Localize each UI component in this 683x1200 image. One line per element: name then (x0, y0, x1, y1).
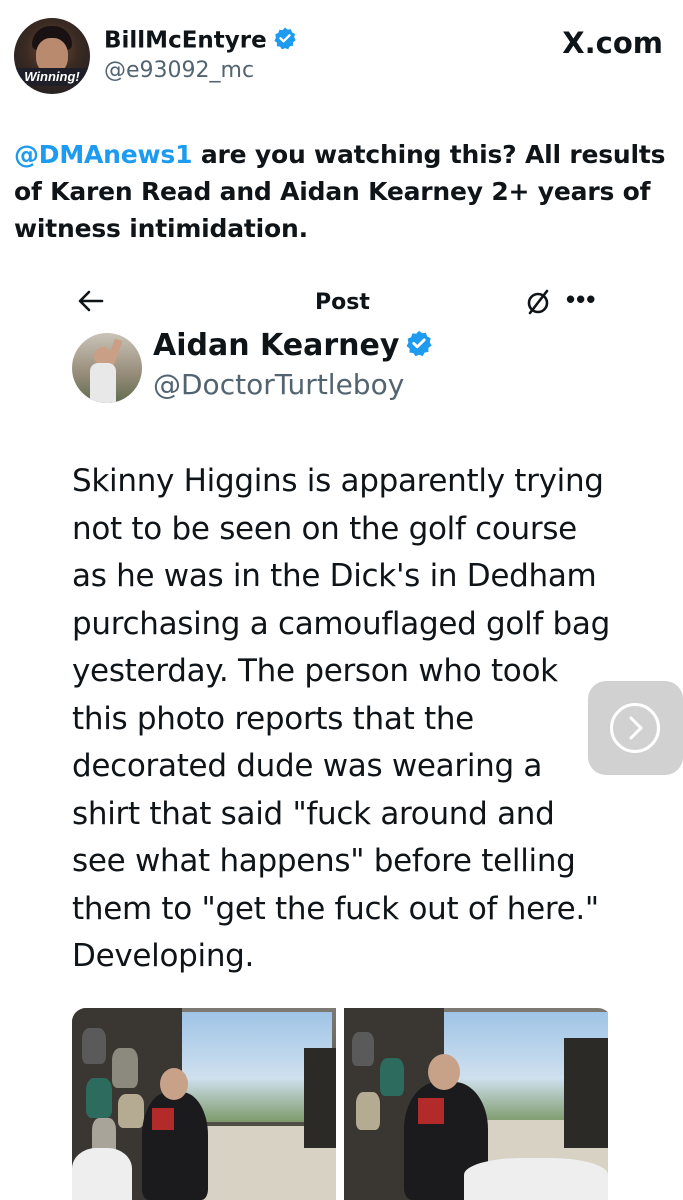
outer-post-header: Winning! BillMcEntyre @e93092_mc X.com (0, 0, 683, 110)
avatar-caption: Winning! (14, 68, 90, 86)
outer-post-text: @DMAnews1 are you watching this? All res… (14, 136, 674, 247)
post-photo[interactable] (72, 1008, 336, 1200)
post-media (72, 1008, 612, 1200)
outer-avatar[interactable]: Winning! (14, 18, 90, 94)
verified-badge-icon (405, 329, 433, 365)
back-arrow-icon[interactable] (76, 286, 106, 316)
inner-post-text: Skinny Higgins is apparently trying not … (72, 463, 611, 974)
outer-author-name[interactable]: BillMcEntyre (104, 26, 297, 56)
inner-avatar[interactable] (72, 333, 142, 403)
more-icon[interactable]: ••• (566, 284, 596, 315)
site-label: X.com (562, 26, 663, 60)
verified-badge-icon (273, 26, 297, 56)
inner-author-name[interactable]: Aidan Kearney (153, 328, 433, 365)
outer-author-handle[interactable]: @e93092_mc (104, 58, 254, 83)
inner-nav-title: Post (315, 290, 370, 315)
mention-link[interactable]: @DMAnews1 (14, 140, 193, 169)
outer-author-name-text: BillMcEntyre (104, 27, 267, 54)
next-button[interactable] (588, 681, 683, 775)
inner-author-handle[interactable]: @DoctorTurtleboy (153, 368, 404, 401)
inner-author-name-text: Aidan Kearney (153, 328, 400, 363)
chevron-right-icon (610, 703, 660, 753)
slash-circle-icon[interactable] (522, 286, 554, 318)
post-photo[interactable] (344, 1008, 608, 1200)
inner-post-nav: Post ••• (0, 282, 683, 326)
